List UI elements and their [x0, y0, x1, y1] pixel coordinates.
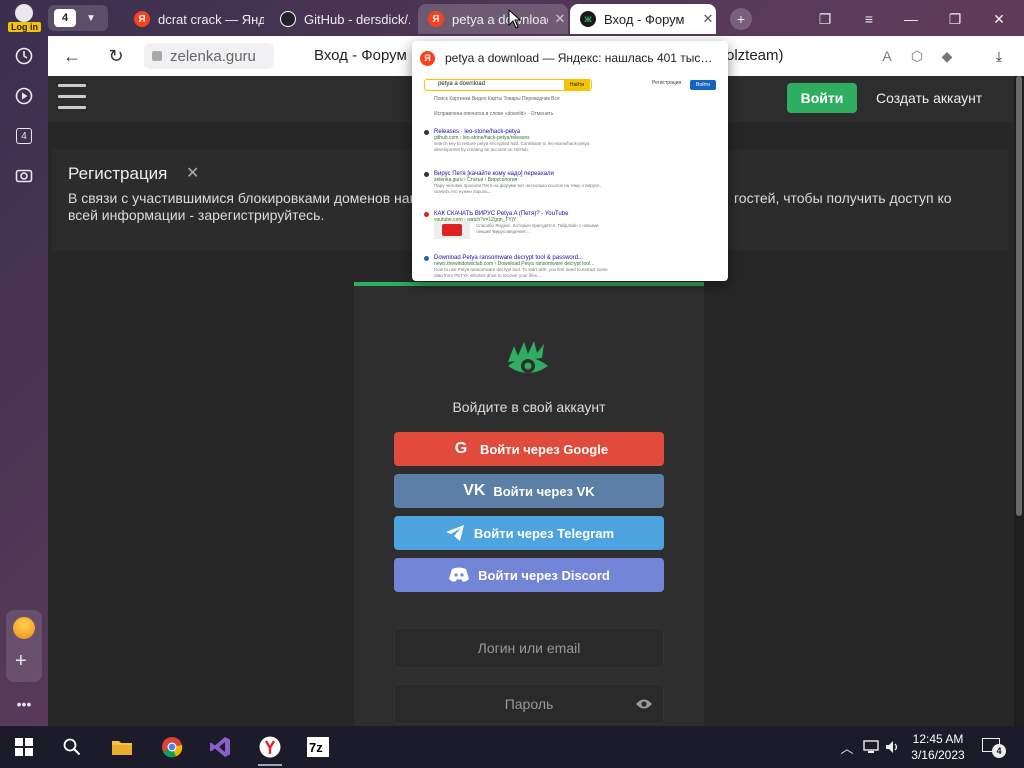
youtube-icon [424, 212, 429, 217]
tab-preview-header: Я petya a download — Яндекс: нашлась 401… [412, 41, 728, 75]
tab-dcrat[interactable]: Я dcrat crack — Яндекс [124, 4, 264, 34]
new-tab-button[interactable]: + [730, 8, 752, 30]
download-icon[interactable]: ⤓ [990, 47, 1008, 65]
volume-icon[interactable] [884, 738, 902, 756]
reload-icon[interactable]: ↻ [104, 44, 128, 68]
bookmark-icon[interactable]: ◆ [938, 47, 956, 65]
collections-icon[interactable]: ❐ [814, 8, 836, 30]
password-field[interactable]: Пароль [394, 684, 664, 724]
tab-github[interactable]: GitHub - dersdick/... [270, 4, 410, 34]
yandex-icon: Я [428, 11, 444, 27]
menu-icon[interactable]: ≡ [858, 8, 880, 30]
extensions-icon[interactable]: ⬡ [908, 47, 926, 65]
card-heading: Войдите в свой аккаунт [452, 399, 606, 415]
preview-result: Вирус Петя [качайте кому надо] переахали… [424, 171, 614, 195]
more-icon[interactable]: ••• [8, 688, 40, 720]
screenshot-icon[interactable] [8, 160, 40, 192]
lolzteam-logo-icon [508, 341, 548, 373]
github-icon [424, 130, 429, 135]
svg-text:7z: 7z [309, 740, 323, 755]
tab-preview-popup[interactable]: Я petya a download — Яндекс: нашлась 401… [412, 41, 728, 281]
show-password-eye-icon[interactable] [635, 697, 653, 711]
mouse-cursor-icon [508, 9, 522, 29]
windows-taskbar: 7z ︿ 12:45 AM 3/16/2023 4 [0, 726, 1024, 768]
google-icon: G [454, 440, 468, 457]
discord-icon [448, 564, 470, 586]
windows-start-icon[interactable] [6, 732, 42, 762]
vk-icon: VK [463, 482, 486, 499]
yandex-icon: Я [134, 11, 150, 27]
registration-text: В связи с участившимися блокировками дом… [68, 190, 420, 206]
registration-text-line2: всей информации - зарегистрируйтесь. [68, 207, 325, 223]
login-email-field[interactable]: Логин или email [394, 628, 664, 668]
page-title-tail: olzteam) [726, 47, 784, 64]
network-icon[interactable] [862, 738, 880, 756]
login-card: Войдите в свой аккаунт G Войти через Goo… [354, 282, 704, 726]
browser-sidebar: Log in 4 + ••• [0, 0, 48, 726]
page-title: Вход - Форум [314, 47, 407, 64]
site-favicon-icon [424, 172, 429, 177]
tab-preview-thumbnail: petya a download Найти Регистрация Войти… [420, 75, 720, 281]
registration-title: Регистрация [68, 164, 168, 183]
telegram-login-button[interactable]: Войти через Telegram [394, 516, 664, 550]
page-scrollbar[interactable] [1014, 76, 1024, 726]
yandex-browser-icon[interactable] [252, 732, 288, 766]
restore-icon[interactable]: ❐ [944, 8, 966, 30]
close-tab-icon[interactable]: ✕ [552, 11, 568, 27]
7zip-icon[interactable]: 7z [300, 732, 336, 762]
site-favicon-icon [424, 256, 429, 261]
scrollbar-thumb[interactable] [1016, 76, 1022, 516]
chrome-icon[interactable] [154, 732, 190, 762]
translate-icon[interactable]: A [878, 47, 896, 65]
add-app-icon[interactable]: + [15, 650, 27, 673]
tab-strip: Я dcrat crack — Яндекс GitHub - dersdick… [48, 0, 1024, 36]
tab-petya[interactable]: Я petya a download ✕ [418, 4, 568, 34]
close-icon[interactable]: ✕ [186, 163, 199, 183]
github-icon [280, 11, 296, 27]
preview-result: Releases · leo-stone/hack-petya github.c… [424, 129, 614, 153]
history-icon[interactable] [8, 40, 40, 72]
lolzteam-icon: ж [580, 11, 596, 27]
hamburger-menu-icon[interactable] [58, 84, 86, 110]
file-explorer-icon[interactable] [104, 732, 140, 762]
close-tab-icon[interactable]: ✕ [700, 11, 716, 27]
system-clock[interactable]: 12:45 AM 3/16/2023 [906, 731, 970, 763]
sidebar-apps-panel: + [6, 610, 42, 682]
chevron-up-icon[interactable]: ︿ [838, 738, 856, 756]
tabs-count-icon[interactable]: 4 [8, 120, 40, 152]
tab-preview-title: petya a download — Яндекс: нашлась 401 т… [445, 51, 713, 65]
play-icon [442, 224, 462, 236]
google-login-button[interactable]: G Войти через Google [394, 432, 664, 466]
yandex-icon: Я [420, 50, 435, 66]
notification-center-icon[interactable]: 4 [982, 736, 1006, 758]
login-label: Log in [8, 22, 41, 32]
tab-vhod-forum[interactable]: ж Вход - Форум ✕ [570, 4, 716, 34]
lock-icon [152, 51, 162, 61]
visual-studio-icon[interactable] [202, 732, 238, 762]
preview-result: Download Petya ransomware decrypt tool &… [424, 255, 614, 279]
url-field[interactable]: zelenka.guru [144, 43, 274, 69]
back-icon[interactable]: ← [60, 44, 84, 68]
sidebar-app-icon[interactable] [13, 617, 35, 639]
login-profile-button[interactable]: Log in [6, 2, 42, 34]
search-icon[interactable] [54, 732, 90, 762]
minimize-icon[interactable]: — [900, 8, 922, 30]
create-account-link[interactable]: Создать аккаунт [876, 90, 982, 106]
profile-icon [15, 4, 33, 22]
registration-text-tail: гостей, чтобы получить доступ ко [734, 190, 952, 206]
close-window-icon[interactable]: ✕ [988, 8, 1010, 30]
discord-login-button[interactable]: Войти через Discord [394, 558, 664, 592]
telegram-icon [444, 522, 466, 544]
youtube-thumbnail [434, 221, 470, 239]
media-play-icon[interactable] [8, 80, 40, 112]
login-button[interactable]: Войти [787, 83, 857, 113]
vk-login-button[interactable]: VK Войти через VK [394, 474, 664, 508]
